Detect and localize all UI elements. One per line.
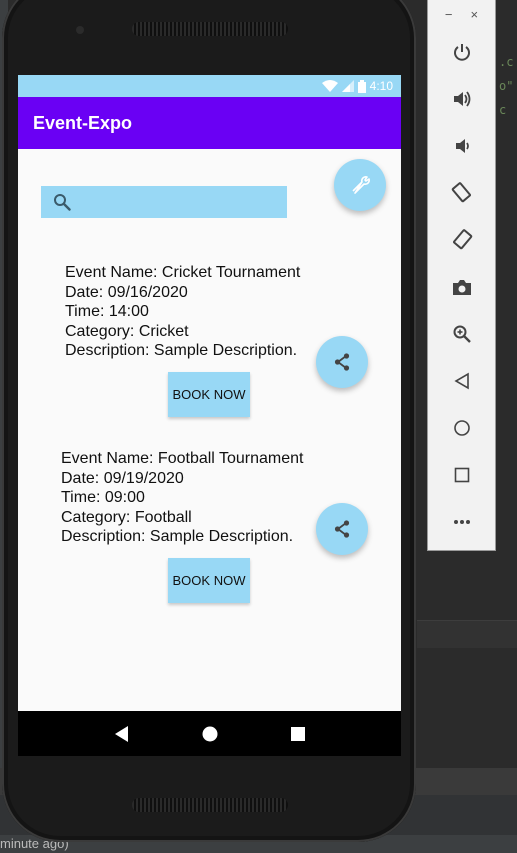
front-camera xyxy=(76,26,84,34)
event-card: Event Name: Football Tournament Date: 09… xyxy=(61,449,304,547)
speaker-grille xyxy=(132,22,288,36)
event-date: Date: 09/16/2020 xyxy=(65,283,188,301)
back-icon xyxy=(453,372,469,389)
ide-panel-band xyxy=(417,620,517,648)
zoom-button[interactable] xyxy=(428,310,495,357)
event-time: Time: 14:00 xyxy=(65,303,149,320)
minimize-button[interactable]: − xyxy=(445,7,453,22)
share-icon xyxy=(334,353,350,371)
status-time: 4:10 xyxy=(369,79,393,93)
event-description: Description: Sample Description. xyxy=(61,528,294,545)
camera-icon xyxy=(452,279,471,295)
rotate-left-icon xyxy=(451,181,471,202)
event-description: Description: Sample Description. xyxy=(65,342,298,359)
book-now-button[interactable]: BOOK NOW xyxy=(168,372,250,417)
home-icon xyxy=(453,419,470,436)
volume-up-button[interactable] xyxy=(428,75,495,122)
overview-button[interactable] xyxy=(428,451,495,498)
battery-icon xyxy=(357,79,366,93)
volume-up-icon xyxy=(453,90,470,107)
event-category: Category: Football xyxy=(61,508,192,526)
home-button[interactable] xyxy=(428,404,495,451)
emulator-toolbar: − × xyxy=(427,0,496,551)
screenshot-button[interactable] xyxy=(428,263,495,310)
zoom-icon xyxy=(453,325,471,343)
back-button[interactable] xyxy=(428,357,495,404)
speaker-grille xyxy=(132,798,288,812)
power-button[interactable] xyxy=(428,28,495,75)
code-fragment: c xyxy=(499,103,507,117)
emulator-window-controls: − × xyxy=(428,0,495,28)
more-button[interactable] xyxy=(428,498,495,545)
code-fragment: o" xyxy=(499,79,514,93)
settings-fab[interactable] xyxy=(334,159,386,211)
nav-back-icon[interactable] xyxy=(114,725,129,742)
overview-icon xyxy=(454,467,469,482)
cell-signal-icon xyxy=(341,80,354,92)
share-icon xyxy=(334,520,350,538)
status-bar: 4:10 xyxy=(18,75,401,97)
phone-screen: 4:10 Event-Expo Event Name: Cricket Tour… xyxy=(18,75,401,756)
event-category: Category: Cricket xyxy=(65,322,189,340)
share-fab[interactable] xyxy=(316,336,368,388)
rotate-right-icon xyxy=(452,228,472,249)
search-bar[interactable] xyxy=(41,186,287,218)
ide-code-fragments: .c o" c xyxy=(497,50,517,122)
volume-down-icon xyxy=(455,138,469,153)
code-fragment: .c xyxy=(499,55,514,69)
event-time: Time: 09:00 xyxy=(61,489,145,506)
rotate-left-button[interactable] xyxy=(428,169,495,216)
book-now-button[interactable]: BOOK NOW xyxy=(168,558,250,603)
volume-down-button[interactable] xyxy=(428,122,495,169)
event-name: Event Name: Football Tournament xyxy=(61,450,304,467)
wifi-icon xyxy=(321,80,338,92)
power-icon xyxy=(453,43,470,61)
search-icon xyxy=(54,194,71,211)
app-title: Event-Expo xyxy=(33,113,133,133)
wrench-icon xyxy=(352,176,370,194)
event-name: Event Name: Cricket Tournament xyxy=(65,264,301,281)
more-icon xyxy=(453,519,470,524)
rotate-right-button[interactable] xyxy=(428,216,495,263)
close-button[interactable]: × xyxy=(471,7,479,22)
nav-overview-icon[interactable] xyxy=(290,726,305,741)
app-bar: Event-Expo xyxy=(18,97,401,149)
event-date: Date: 09/19/2020 xyxy=(61,469,184,487)
share-fab[interactable] xyxy=(316,503,368,555)
navigation-bar xyxy=(18,711,401,756)
nav-home-icon[interactable] xyxy=(202,726,218,742)
search-input[interactable] xyxy=(77,188,277,216)
event-card: Event Name: Cricket Tournament Date: 09/… xyxy=(65,263,300,361)
